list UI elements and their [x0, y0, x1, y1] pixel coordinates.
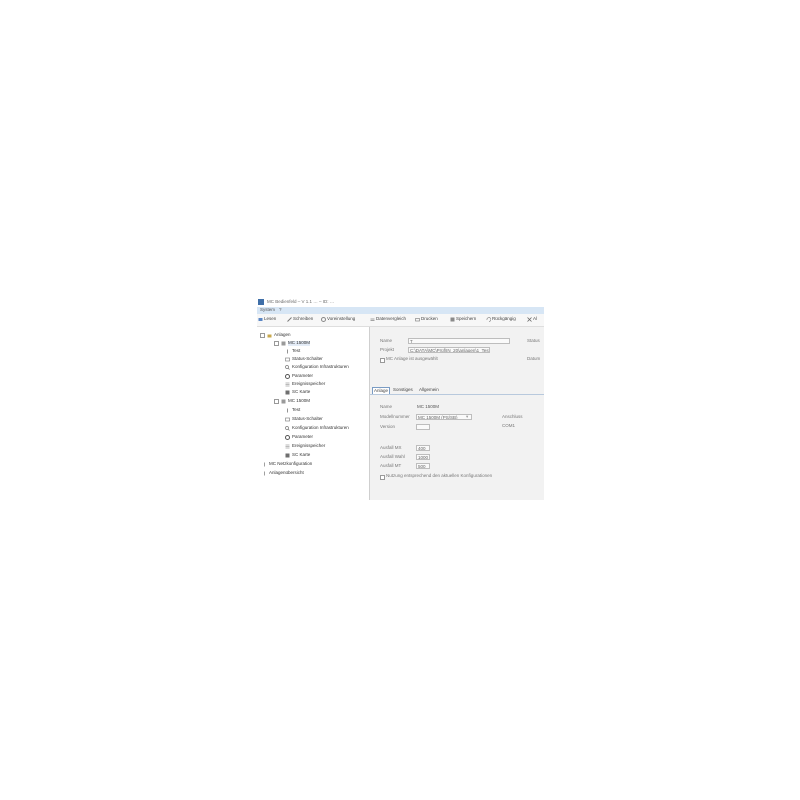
- tree-expander[interactable]: [274, 341, 279, 346]
- undo-icon: [486, 317, 492, 322]
- preset-button[interactable]: Voreinstellung: [321, 317, 355, 322]
- app-logo-icon: [258, 299, 264, 305]
- r1-label: Ausfall MX: [380, 445, 402, 450]
- print-button[interactable]: Drucken: [415, 317, 438, 322]
- r1-field[interactable]: 400: [416, 445, 430, 451]
- tree-expander[interactable]: [274, 399, 279, 404]
- toolbar: Lesen Schreiben Voreinstellung Datenverg…: [257, 314, 544, 327]
- app-window: MC Bedienfeld – V 1.1 … – ID: … System ?…: [257, 298, 544, 500]
- tree-item-test-2[interactable]: Test: [285, 407, 300, 414]
- menu-item-help[interactable]: ?: [279, 307, 282, 313]
- tree-item-event-log[interactable]: Ereignisspeicher: [285, 381, 325, 388]
- tab-anlage[interactable]: Anlage: [372, 387, 391, 394]
- network-icon: [262, 462, 267, 467]
- tree-item-sc-card-2[interactable]: SC Karte: [285, 452, 310, 459]
- compare-button[interactable]: Datenvergleich: [370, 317, 406, 322]
- close-icon: [527, 317, 532, 322]
- name-field[interactable]: T: [408, 338, 510, 344]
- write-button[interactable]: Schreiben: [287, 317, 313, 322]
- config-usage-checkbox[interactable]: [380, 475, 385, 480]
- model-label: Modellnummer: [380, 414, 410, 419]
- card-icon: [285, 453, 290, 458]
- tree-item-parameter[interactable]: Parameter: [285, 373, 313, 380]
- menu-bar: System ?: [257, 307, 544, 314]
- project-path-field[interactable]: C:\DATA\MC\Prüf\IN_20\anlagen\1_Test: [408, 347, 490, 353]
- tree-item-mc1500m-2[interactable]: MC 1500M: [274, 398, 310, 405]
- project-label: Projekt: [380, 347, 395, 352]
- search-config-icon: [285, 426, 290, 431]
- printer-icon: [415, 317, 420, 322]
- tree-item-configuration-2[interactable]: Konfiguration Infrastrukturen: [285, 425, 349, 432]
- pencil-icon: [287, 317, 292, 322]
- controller-icon: [281, 399, 286, 404]
- read-button[interactable]: Lesen: [258, 317, 276, 322]
- undo-button[interactable]: Rückgängig: [486, 317, 516, 322]
- list-icon: [285, 444, 290, 449]
- tree-item-anlagen[interactable]: Anlagen: [260, 332, 291, 339]
- tree-item-sc-card[interactable]: SC Karte: [285, 389, 310, 396]
- read-icon: [258, 317, 263, 322]
- tree-expander[interactable]: [260, 333, 265, 338]
- form-name-value: MC 1500M: [417, 404, 440, 409]
- sidebar-tree: Anlagen MC 1500M Test Status-Schalter Ko…: [257, 327, 370, 500]
- tab-bar: Anlage Sonstiges Allgemein: [370, 386, 544, 395]
- version-label: Version: [380, 424, 396, 429]
- tree-item-event-log-2[interactable]: Ereignisspeicher: [285, 443, 325, 450]
- tree-item-status-switch-2[interactable]: Status-Schalter: [285, 416, 323, 423]
- tree-item-configuration[interactable]: Konfiguration Infrastrukturen: [285, 364, 349, 371]
- connection-label: Anschluss: [502, 414, 523, 419]
- card-icon: [285, 390, 290, 395]
- title-bar: MC Bedienfeld – V 1.1 … – ID: …: [257, 298, 544, 307]
- r3-field[interactable]: 500: [416, 463, 430, 469]
- switch-icon: [285, 417, 290, 422]
- date-label: Datum: [527, 356, 541, 361]
- gear-icon: [285, 374, 290, 379]
- save-button[interactable]: Speichern: [450, 317, 476, 322]
- selected-checkbox-label: MC Anlage ist ausgewählt: [386, 356, 438, 361]
- switch-icon: [285, 357, 290, 362]
- tab-sonstiges[interactable]: Sonstiges: [392, 387, 414, 393]
- name-label: Name: [380, 338, 393, 343]
- search-config-icon: [285, 365, 290, 370]
- close-button[interactable]: Al: [527, 317, 537, 322]
- gear-icon: [321, 317, 326, 322]
- version-field[interactable]: [416, 424, 430, 430]
- tree-item-status-switch[interactable]: Status-Schalter: [285, 356, 323, 363]
- tab-content: Name MC 1500M Modellnummer MC 1500M (PS/…: [370, 395, 544, 500]
- window-title: MC Bedienfeld – V 1.1 … – ID: …: [267, 299, 335, 304]
- tree-item-overview[interactable]: Anlagenübersicht: [262, 470, 304, 477]
- tree-item-test[interactable]: Test: [285, 348, 300, 355]
- config-usage-label: Nutzung entsprechend den aktuellen Konfi…: [386, 473, 493, 478]
- save-icon: [450, 317, 455, 322]
- test-icon: [285, 349, 290, 354]
- connection-value: COM1: [502, 423, 516, 428]
- tree-item-parameter-2[interactable]: Parameter: [285, 434, 313, 441]
- tab-allgemein[interactable]: Allgemein: [418, 387, 440, 393]
- selected-checkbox[interactable]: [380, 358, 385, 363]
- compare-icon: [370, 317, 375, 322]
- form-name-label: Name: [380, 404, 393, 409]
- r2-label: Ausfall Wahl: [380, 454, 405, 459]
- status-label: Status: [527, 338, 540, 343]
- menu-item-system[interactable]: System: [260, 307, 275, 313]
- controller-icon: [281, 341, 286, 346]
- tree-item-network-config[interactable]: MC Netzkonfiguration: [262, 461, 312, 468]
- model-select[interactable]: MC 1500M (PS/SB): [416, 414, 472, 420]
- gear-icon: [285, 435, 290, 440]
- folder-icon: [267, 333, 272, 338]
- r2-field[interactable]: 1000: [416, 454, 430, 460]
- overview-icon: [262, 471, 267, 476]
- list-icon: [285, 382, 290, 387]
- test-icon: [285, 408, 290, 413]
- r3-label: Ausfall MT: [380, 463, 402, 468]
- tree-item-mc1500m[interactable]: MC 1500M: [274, 340, 311, 347]
- chevron-down-icon: ▾: [466, 414, 469, 419]
